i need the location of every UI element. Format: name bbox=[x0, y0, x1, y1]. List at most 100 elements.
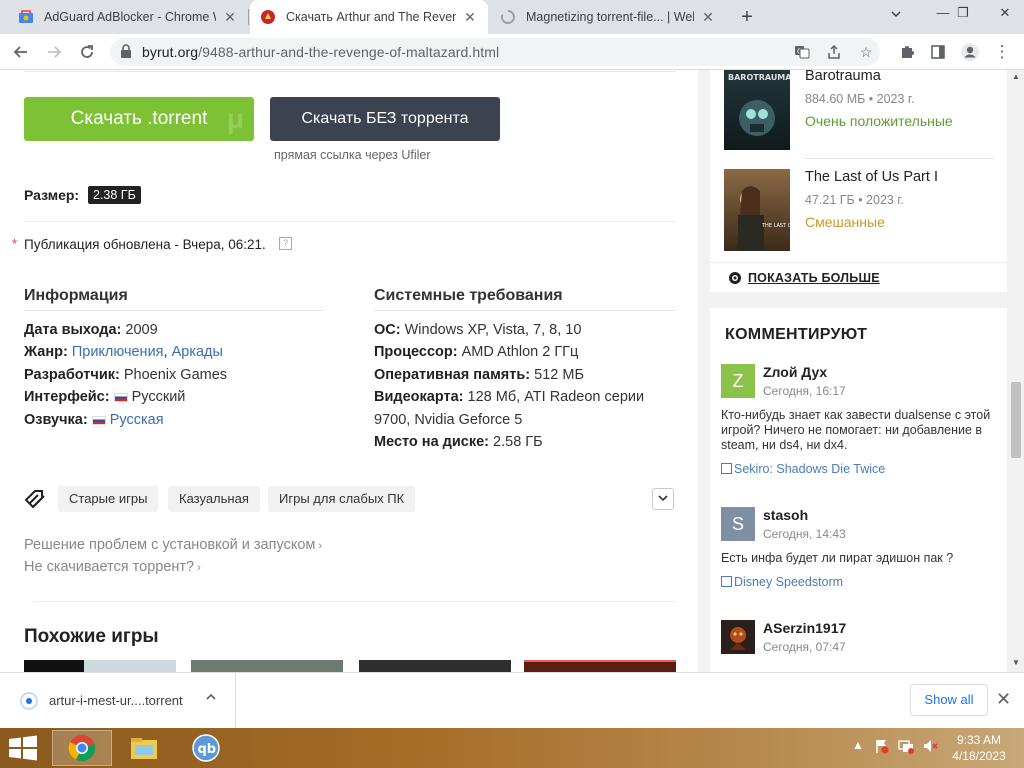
game-title[interactable]: Barotrauma bbox=[805, 70, 881, 84]
show-more-button[interactable]: ПОКАЗАТЬ БОЛЬШЕ bbox=[710, 262, 1007, 292]
info-title: Информация bbox=[24, 287, 128, 304]
disk-row: Место на диске: 2.58 ГБ bbox=[374, 434, 543, 450]
windows-taskbar: qb ▲ 9:33 AM 4/18/2023 bbox=[0, 728, 1024, 768]
genre-link-adventure[interactable]: Приключения bbox=[72, 344, 164, 360]
bookmark-star-icon[interactable]: ☆ bbox=[856, 43, 876, 61]
voice-row: Озвучка: Русская bbox=[24, 412, 164, 428]
similar-game-thumb[interactable] bbox=[24, 660, 176, 672]
reload-button[interactable] bbox=[75, 40, 99, 64]
tab-search-chevron-icon[interactable] bbox=[890, 8, 902, 23]
scroll-down-arrow-icon[interactable]: ▼ bbox=[1012, 658, 1020, 667]
tag-casual[interactable]: Казуальная bbox=[168, 486, 260, 512]
avatar[interactable]: S bbox=[721, 507, 755, 541]
game-item-last-of-us[interactable]: THE LAST OF US The Last of Us Part I 47.… bbox=[724, 169, 992, 251]
translate-icon[interactable]: G bbox=[792, 43, 812, 61]
game-cover[interactable]: BAROTRAUMA bbox=[724, 70, 790, 150]
lock-icon[interactable] bbox=[120, 44, 132, 61]
similar-game-thumb[interactable] bbox=[191, 660, 343, 672]
tag-low-spec[interactable]: Игры для слабых ПК bbox=[268, 486, 416, 512]
comment-text: Кто-нибудь знает как завести dualsense с… bbox=[721, 408, 991, 452]
windows-start-icon[interactable] bbox=[6, 734, 40, 762]
tray-expand-icon[interactable]: ▲ bbox=[852, 738, 864, 752]
comment-game-link[interactable]: Sekiro: Shadows Die Twice bbox=[721, 462, 885, 476]
volume-muted-icon[interactable] bbox=[922, 738, 938, 757]
close-shelf-icon[interactable]: ✕ bbox=[996, 689, 1011, 710]
avatar[interactable]: Z bbox=[721, 364, 755, 398]
similar-games-title: Похожие игры bbox=[24, 626, 159, 647]
tags-expand-chevron-icon[interactable] bbox=[652, 488, 674, 510]
tag-old-games[interactable]: Старые игры bbox=[58, 486, 159, 512]
close-tab-icon[interactable]: ✕ bbox=[700, 9, 716, 25]
back-button[interactable] bbox=[9, 40, 33, 64]
clock-date: 4/18/2023 bbox=[952, 749, 1006, 763]
action-center-flag-icon[interactable] bbox=[874, 738, 890, 757]
address-bar[interactable]: byrut.org/9488-arthur-and-the-revenge-of… bbox=[110, 38, 880, 66]
share-icon[interactable] bbox=[824, 43, 844, 61]
install-help-link[interactable]: Решение проблем с установкой и запуском … bbox=[24, 537, 322, 553]
game-title[interactable]: The Last of Us Part I bbox=[805, 169, 938, 185]
browser-tab-strip: AdGuard AdBlocker - Chrome Web Store ✕ С… bbox=[0, 0, 1024, 34]
forward-button[interactable] bbox=[42, 40, 66, 64]
asterisk-icon: * bbox=[12, 236, 18, 251]
restore-window-button[interactable]: ❐ bbox=[946, 0, 980, 28]
new-tab-button[interactable]: + bbox=[736, 6, 758, 28]
close-tab-icon[interactable]: ✕ bbox=[462, 9, 478, 25]
taskbar-chrome-icon[interactable] bbox=[52, 730, 112, 766]
download-options-chevron-icon[interactable] bbox=[205, 691, 217, 706]
download-torrent-button[interactable]: Скачать .torrent μ bbox=[24, 97, 254, 141]
game-item-barotrauma[interactable]: BAROTRAUMA Barotrauma 884.60 МБ • 2023 г… bbox=[724, 70, 992, 150]
voice-link[interactable]: Русская bbox=[110, 412, 164, 428]
popular-games-card: BAROTRAUMA Barotrauma 884.60 МБ • 2023 г… bbox=[710, 70, 1007, 262]
comment-author[interactable]: Zлой Дух bbox=[763, 364, 827, 380]
comment-author[interactable]: stasoh bbox=[763, 507, 808, 523]
developer-row: Разработчик: Phoenix Games bbox=[24, 367, 228, 383]
scrollbar-thumb[interactable] bbox=[1011, 382, 1021, 458]
show-more-gear-icon bbox=[729, 272, 741, 284]
close-window-button[interactable]: ✕ bbox=[988, 0, 1022, 28]
tab-adguard[interactable]: AdGuard AdBlocker - Chrome Web Store ✕ bbox=[8, 0, 248, 34]
game-cover[interactable]: THE LAST OF US bbox=[724, 169, 790, 251]
download-item[interactable]: artur-i-mest-ur....torrent bbox=[0, 673, 236, 728]
browser-toolbar: byrut.org/9488-arthur-and-the-revenge-of… bbox=[0, 34, 1024, 70]
comments-card: КОММЕНТИРУЮТ Z Zлой Дух Сегодня, 16:17 К… bbox=[710, 308, 1007, 672]
chrome-menu-icon[interactable]: ⋮ bbox=[990, 40, 1014, 64]
taskbar-clock[interactable]: 9:33 AM 4/18/2023 bbox=[944, 732, 1014, 764]
loading-spinner-icon bbox=[500, 9, 516, 25]
comment-item: ASerzin1917 Сегодня, 07:47 bbox=[721, 620, 1001, 672]
download-torrent-label: Скачать .torrent bbox=[70, 108, 208, 129]
tab-webtor[interactable]: Magnetizing torrent-file... | Webtor ✕ bbox=[490, 0, 726, 34]
comment-author[interactable]: ASerzin1917 bbox=[763, 620, 846, 636]
taskbar-explorer-icon[interactable] bbox=[114, 730, 174, 766]
extensions-puzzle-icon[interactable] bbox=[895, 40, 919, 64]
torrent-help-link[interactable]: Не скачивается торрент? › bbox=[24, 559, 201, 575]
similar-game-thumb[interactable] bbox=[524, 660, 676, 672]
comment-item: S stasoh Сегодня, 14:43 Есть инфа будет … bbox=[721, 507, 1001, 597]
url-text[interactable]: byrut.org/9488-arthur-and-the-revenge-of… bbox=[142, 44, 499, 60]
comment-game-link[interactable]: Disney Speedstorm bbox=[721, 575, 843, 589]
help-question-icon[interactable]: ? bbox=[279, 237, 292, 250]
network-icon[interactable] bbox=[898, 738, 914, 757]
page-scrollbar[interactable]: ▲ ▼ bbox=[1008, 70, 1024, 672]
show-all-downloads-button[interactable]: Show all bbox=[910, 684, 988, 716]
similar-game-thumb[interactable] bbox=[359, 660, 511, 672]
genre-link-arcade[interactable]: Аркады bbox=[172, 344, 223, 360]
taskbar-qbittorrent-icon[interactable]: qb bbox=[176, 730, 236, 766]
page-viewport: Скачать .torrent μ Скачать БЕЗ торрента … bbox=[0, 70, 1024, 672]
torrent-watermark-icon: μ bbox=[226, 103, 244, 134]
game-rating: Очень положительные bbox=[805, 113, 953, 129]
chrome-web-store-icon bbox=[18, 9, 34, 25]
profile-avatar-icon[interactable] bbox=[958, 40, 982, 64]
tab-title: Скачать Arthur and The Revenge of Maltaz… bbox=[286, 10, 456, 24]
download-direct-button[interactable]: Скачать БЕЗ торрента bbox=[270, 97, 500, 141]
close-tab-icon[interactable]: ✕ bbox=[222, 9, 238, 25]
scroll-up-arrow-icon[interactable]: ▲ bbox=[1012, 72, 1020, 81]
byrut-favicon-icon bbox=[260, 9, 276, 25]
sidebar: BAROTRAUMA Barotrauma 884.60 МБ • 2023 г… bbox=[710, 70, 1007, 672]
release-row: Дата выхода: 2009 bbox=[24, 322, 158, 338]
size-label: Размер: bbox=[24, 187, 80, 203]
avatar[interactable] bbox=[721, 620, 755, 654]
side-panel-icon[interactable] bbox=[926, 40, 950, 64]
tags-icon bbox=[24, 490, 45, 509]
tab-byrut[interactable]: Скачать Arthur and The Revenge of Maltaz… bbox=[250, 0, 488, 34]
main-content: Скачать .torrent μ Скачать БЕЗ торрента … bbox=[0, 70, 698, 672]
